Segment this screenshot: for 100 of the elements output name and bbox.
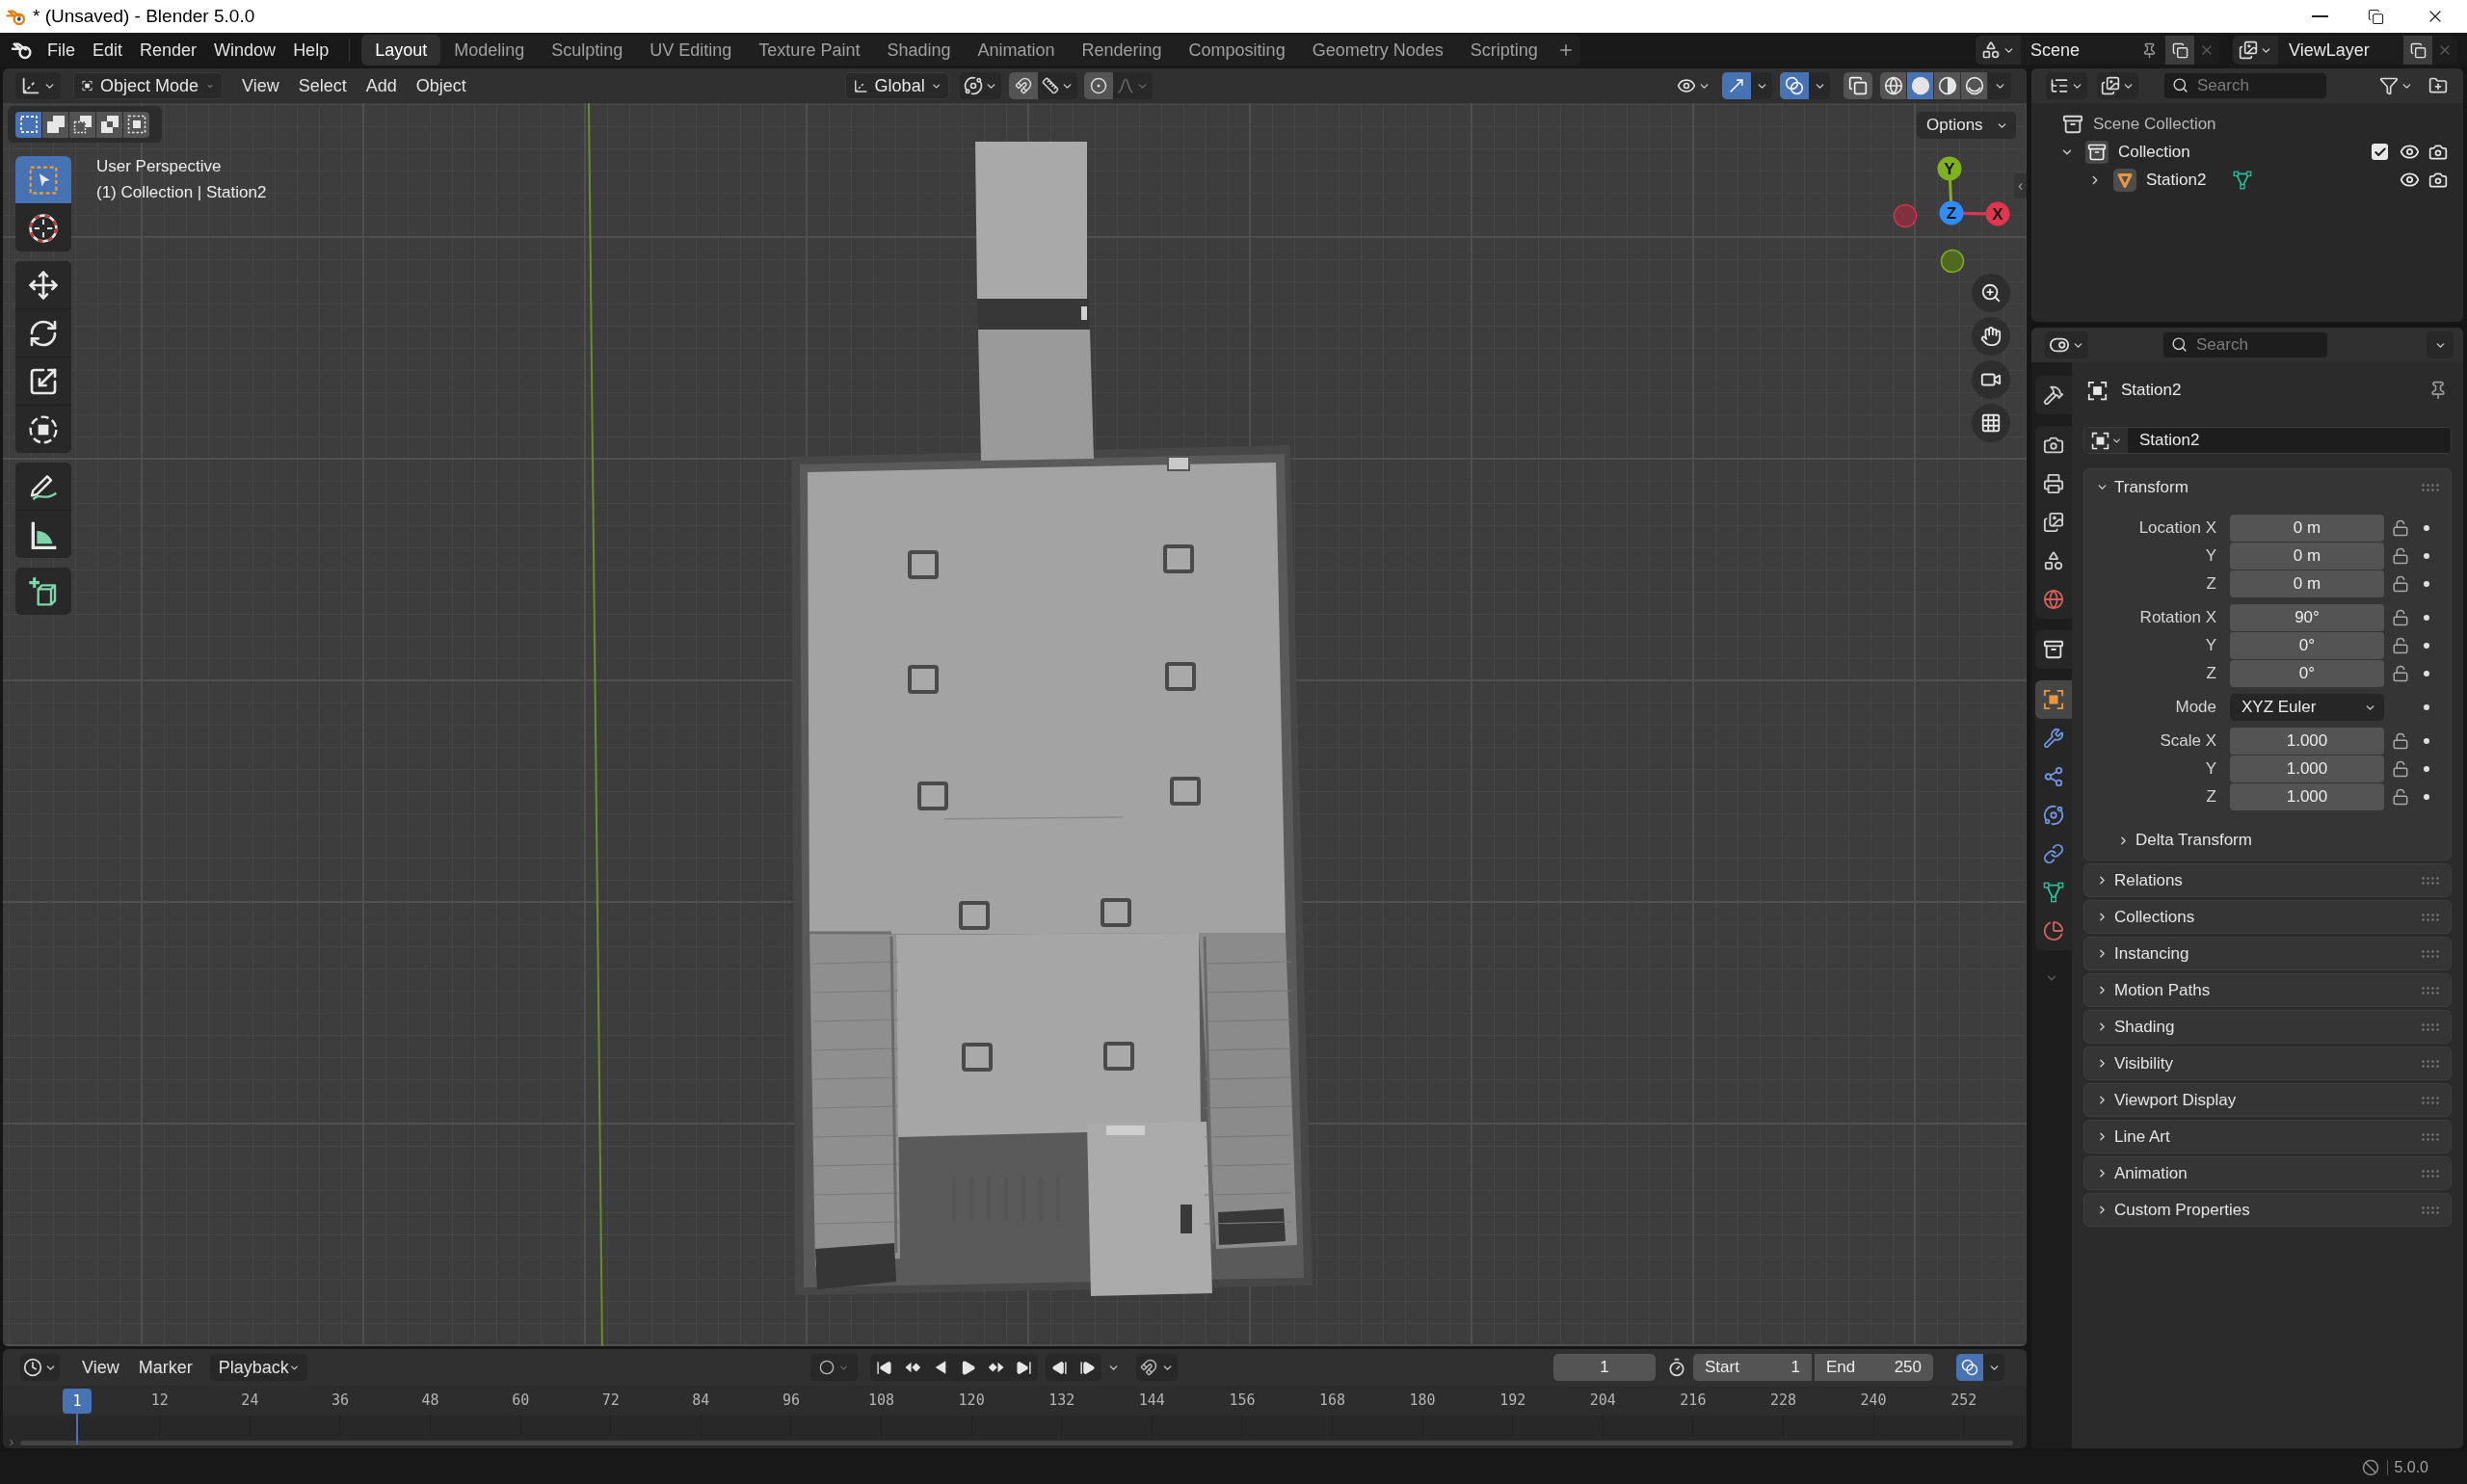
axis-handle[interactable]: Z [1939, 200, 1964, 225]
tool-button[interactable] [15, 309, 71, 357]
select-mode-button[interactable] [123, 111, 149, 138]
search-field[interactable]: Search [2163, 72, 2327, 99]
unlocked-icon[interactable] [2392, 609, 2409, 626]
proportional-edit-toggle[interactable] [1084, 72, 1113, 99]
tool-button[interactable] [15, 568, 71, 615]
dot-icon[interactable] [2424, 738, 2429, 744]
select-mode-button[interactable] [69, 111, 95, 138]
display-mode-dropdown[interactable] [2097, 72, 2138, 99]
menu-item[interactable]: Object [406, 72, 476, 99]
menu-item[interactable]: Edit [84, 36, 132, 65]
shading-button[interactable] [1880, 72, 1907, 99]
editor-type-button[interactable] [2046, 72, 2087, 99]
toggle-button[interactable] [1956, 1354, 1983, 1381]
dot-icon[interactable] [2424, 553, 2429, 559]
menu-item[interactable]: Select [288, 72, 357, 99]
select-mode-button[interactable] [15, 111, 41, 138]
menu-item[interactable]: Help [284, 36, 338, 65]
dropdown-field[interactable]: XYZ Euler [2230, 694, 2384, 721]
orientation-dropdown[interactable]: Global [845, 72, 949, 99]
unlocked-icon[interactable] [2392, 637, 2409, 654]
toggle-button[interactable] [1844, 72, 1872, 99]
workspace-tab[interactable]: Sculpting [538, 35, 637, 66]
stopwatch-icon[interactable] [1667, 1358, 1686, 1377]
panel-header[interactable]: Visibility [2083, 1047, 2452, 1080]
editor-type-button[interactable] [2045, 331, 2088, 358]
current-frame-field[interactable]: 1 [1553, 1354, 1656, 1381]
checkbox[interactable] [2372, 144, 2388, 160]
unlocked-icon[interactable] [2392, 732, 2409, 750]
panel-header[interactable]: Custom Properties [2083, 1193, 2452, 1227]
search-field[interactable]: Search [2162, 331, 2328, 358]
number-field[interactable]: 0° [2230, 660, 2384, 687]
tool-button[interactable] [15, 204, 71, 252]
panel-header[interactable]: Relations [2083, 863, 2452, 897]
options-dropdown[interactable]: Options [1917, 112, 2016, 139]
number-field[interactable]: 90° [2230, 604, 2384, 631]
mode-dropdown[interactable]: Object Mode [73, 72, 223, 99]
subpanel-header[interactable]: Delta Transform [2084, 827, 2451, 854]
start-frame-field[interactable]: Start 1 [1693, 1354, 1812, 1381]
workspace-tab[interactable]: Shading [873, 35, 965, 66]
unlocked-icon[interactable] [2392, 788, 2409, 806]
unlocked-icon[interactable] [2392, 575, 2409, 593]
workspace-tab[interactable]: Compositing [1175, 35, 1299, 66]
menu-item[interactable]: Add [356, 72, 407, 99]
unlocked-icon[interactable] [2392, 760, 2409, 778]
auto-keying-button[interactable] [810, 1354, 858, 1381]
editor-type-button[interactable] [15, 72, 61, 99]
new-view-layer-button[interactable] [2403, 36, 2432, 65]
dot-icon[interactable] [2424, 794, 2429, 800]
panel-header[interactable]: Instancing [2083, 937, 2452, 970]
toggle-button[interactable] [1780, 72, 1809, 99]
end-frame-field[interactable]: End 250 [1815, 1354, 1933, 1381]
tool-button[interactable] [15, 261, 71, 308]
sidebar-toggle-button[interactable] [2014, 173, 2027, 199]
number-field[interactable]: 1.000 [2230, 728, 2384, 755]
dot-icon[interactable] [2424, 643, 2429, 649]
dot-icon[interactable] [2424, 581, 2429, 587]
axis-handle[interactable]: X [1985, 201, 2010, 226]
tool-button[interactable] [15, 463, 71, 510]
workspace-tab[interactable]: Texture Paint [745, 35, 874, 66]
unlocked-icon[interactable] [2392, 665, 2409, 682]
panel-header[interactable]: Collections [2083, 900, 2452, 934]
dot-icon[interactable] [2424, 615, 2429, 621]
tool-button[interactable] [15, 511, 71, 558]
current-frame-marker[interactable]: 1 [63, 1389, 92, 1414]
new-scene-button[interactable] [2165, 36, 2194, 65]
panel-header[interactable]: Line Art [2083, 1120, 2452, 1153]
shading-button[interactable] [1934, 72, 1961, 99]
number-field[interactable]: 1.000 [2230, 755, 2384, 782]
menu-item[interactable]: Marker [128, 1354, 202, 1381]
unlocked-icon[interactable] [2392, 519, 2409, 537]
workspace-tab[interactable]: Rendering [1068, 35, 1176, 66]
number-field[interactable]: 0° [2230, 632, 2384, 659]
menu-item[interactable]: View [232, 72, 289, 99]
panel-header[interactable]: Transform [2084, 469, 2451, 505]
number-field[interactable]: 0 m [2230, 570, 2384, 597]
snap-toggle[interactable] [1009, 72, 1038, 99]
dot-icon[interactable] [2424, 525, 2429, 531]
axis-handle[interactable]: Y [1937, 156, 1962, 181]
menu-item[interactable]: View [72, 1354, 129, 1381]
workspace-tab[interactable]: Modeling [440, 35, 539, 66]
panel-header[interactable]: Viewport Display [2083, 1083, 2452, 1117]
tree-item-label[interactable]: Station2 [2146, 167, 2207, 193]
tree-item-label[interactable]: Scene Collection [2093, 111, 2216, 137]
select-mode-button[interactable] [96, 111, 122, 138]
select-mode-button[interactable] [42, 111, 68, 138]
dot-icon[interactable] [2424, 704, 2429, 710]
snap-dropdown[interactable] [1136, 1354, 1178, 1381]
shading-button[interactable] [1907, 72, 1934, 99]
workspace-tab[interactable]: Animation [964, 35, 1069, 66]
panel-header[interactable]: Shading [2083, 1010, 2452, 1044]
menu-item[interactable]: File [39, 36, 84, 65]
workspace-tab[interactable]: Scripting [1456, 35, 1552, 66]
dot-icon[interactable] [2424, 671, 2429, 676]
panel-header[interactable]: Motion Paths [2083, 973, 2452, 1007]
axis-dot-icon[interactable] [1893, 203, 1918, 228]
shading-button[interactable] [1961, 72, 1988, 99]
number-field[interactable]: 0 m [2230, 543, 2384, 570]
tree-item-label[interactable]: Collection [2118, 139, 2190, 165]
